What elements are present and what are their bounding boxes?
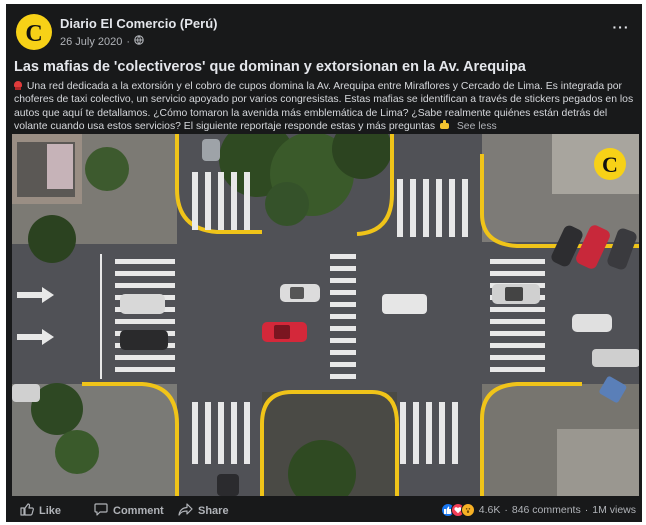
pin-icon bbox=[14, 81, 22, 90]
post-body: Una red dedicada a la extorsión y el cob… bbox=[14, 80, 636, 134]
svg-text:C: C bbox=[25, 21, 42, 47]
share-icon bbox=[178, 503, 193, 519]
more-options-button[interactable]: ··· bbox=[608, 14, 634, 40]
post-card: C Diario El Comercio (Perú) 26 July 2020… bbox=[6, 4, 642, 522]
reaction-icons[interactable] bbox=[440, 503, 475, 517]
see-less-link[interactable]: See less bbox=[457, 121, 497, 132]
svg-text:C: C bbox=[602, 152, 618, 177]
stats-separator-1: · bbox=[504, 504, 508, 516]
like-button[interactable]: Like bbox=[20, 503, 61, 519]
comment-count[interactable]: 846 comments bbox=[512, 504, 581, 516]
comment-icon bbox=[94, 503, 108, 519]
share-label: Share bbox=[198, 505, 229, 517]
page-avatar[interactable]: C bbox=[16, 14, 52, 50]
post-body-text: Una red dedicada a la extorsión y el cob… bbox=[14, 81, 634, 133]
pointing-hand-icon bbox=[439, 120, 452, 130]
aerial-intersection-image: C bbox=[12, 134, 639, 496]
engagement-stats: 4.6K · 846 comments · 1M views bbox=[440, 503, 636, 517]
like-icon bbox=[20, 503, 34, 519]
stats-separator-2: · bbox=[584, 504, 589, 516]
share-button[interactable]: Share bbox=[178, 503, 229, 519]
comment-button[interactable]: Comment bbox=[94, 503, 164, 519]
globe-icon bbox=[134, 35, 144, 48]
more-icon: ··· bbox=[612, 19, 630, 35]
page-name[interactable]: Diario El Comercio (Perú) bbox=[60, 16, 217, 31]
post-photo[interactable]: C bbox=[12, 134, 639, 496]
post-header: C Diario El Comercio (Perú) 26 July 2020… bbox=[6, 4, 642, 56]
post-date[interactable]: 26 July 2020 bbox=[60, 36, 122, 48]
comment-label: Comment bbox=[113, 505, 164, 517]
like-label: Like bbox=[39, 505, 62, 517]
wow-reaction-icon bbox=[460, 503, 475, 517]
el-comercio-logo: C bbox=[25, 21, 42, 47]
meta-separator: · bbox=[126, 35, 131, 48]
post-title: Las mafias de 'colectiveros' que dominan… bbox=[14, 59, 526, 75]
post-meta: 26 July 2020 · bbox=[60, 35, 144, 48]
view-count: 1M views bbox=[592, 504, 636, 516]
reaction-count[interactable]: 4.6K bbox=[479, 504, 501, 516]
action-bar: Like Comment Share 4.6K · 846 comments ·… bbox=[6, 499, 642, 522]
